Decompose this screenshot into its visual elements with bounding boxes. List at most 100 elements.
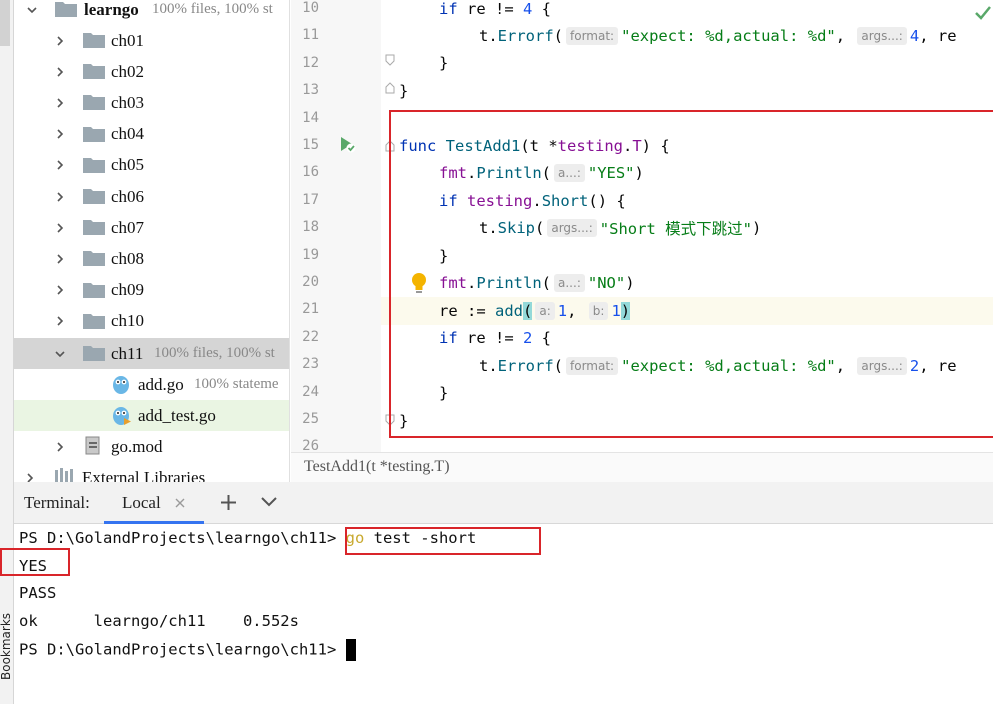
gomod-file-icon bbox=[85, 436, 100, 455]
code-editor[interactable]: 10 11 12 13 14 15 16 17 18 19 20 21 22 23 24 25 26 if re… bbox=[291, 0, 993, 452]
tree-item-ch01[interactable]: ch01 bbox=[14, 25, 289, 56]
coverage-text: 100% stateme bbox=[194, 376, 279, 392]
line-number: 25 bbox=[302, 411, 319, 427]
line-number: 12 bbox=[302, 54, 319, 71]
line-number: 17 bbox=[302, 191, 319, 208]
project-tool-tab[interactable] bbox=[0, 0, 10, 46]
chevron-right-icon[interactable] bbox=[52, 95, 68, 111]
chevron-down-icon[interactable] bbox=[24, 2, 40, 18]
tree-label: ch01 bbox=[111, 30, 145, 50]
fold-marker-icon[interactable] bbox=[385, 82, 395, 94]
tree-label: go.mod bbox=[111, 436, 163, 456]
line-number: 22 bbox=[302, 328, 319, 345]
tree-item-ch10[interactable]: ch10 bbox=[14, 306, 289, 337]
chevron-right-icon[interactable] bbox=[52, 313, 68, 329]
code-line-10[interactable]: if re != 4 { bbox=[439, 0, 551, 22]
annotation-box-yes bbox=[0, 548, 70, 576]
tree-label: ch07 bbox=[111, 217, 145, 237]
terminal-toolbar: Terminal: Local bbox=[14, 482, 993, 524]
tree-item-ch08[interactable]: ch08 bbox=[14, 243, 289, 274]
line-number: 24 bbox=[302, 383, 319, 400]
tab-local[interactable]: Local bbox=[104, 482, 204, 524]
folder-icon bbox=[83, 157, 105, 173]
terminal-cursor bbox=[345, 639, 356, 661]
tab-label: Local bbox=[122, 493, 161, 512]
tree-label: ch09 bbox=[111, 280, 145, 300]
tree-item-ch11[interactable]: ch11 100% files, 100% st bbox=[14, 338, 289, 369]
folder-icon bbox=[83, 282, 105, 298]
line-number: 11 bbox=[302, 27, 319, 44]
folder-icon bbox=[83, 33, 105, 48]
chevron-right-icon[interactable] bbox=[52, 439, 68, 455]
param-hint: format: bbox=[566, 26, 619, 45]
chevron-right-icon[interactable] bbox=[52, 126, 68, 142]
tree-label: ch06 bbox=[111, 186, 145, 206]
bookmarks-tool-tab[interactable]: Bookmarks bbox=[0, 590, 13, 680]
folder-icon bbox=[55, 2, 77, 17]
annotation-box-command bbox=[345, 527, 541, 555]
folder-icon bbox=[83, 189, 105, 204]
breadcrumb[interactable]: TestAdd1(t *testing.T) bbox=[291, 452, 993, 482]
tree-item-learngo[interactable]: learngo 100% files, 100% st bbox=[14, 0, 289, 25]
tree-item-external-libraries[interactable]: External Libraries bbox=[14, 462, 289, 484]
gopher-file-icon bbox=[113, 376, 129, 394]
tree-label: learngo bbox=[84, 0, 139, 19]
tree-item-add-go[interactable]: add.go 100% stateme bbox=[14, 369, 289, 400]
line-number: 20 bbox=[302, 274, 319, 290]
chevron-right-icon[interactable] bbox=[52, 157, 68, 173]
folder-icon bbox=[83, 251, 105, 267]
tree-item-ch03[interactable]: ch03 bbox=[14, 87, 289, 118]
code-line-12[interactable]: } bbox=[439, 49, 448, 76]
coverage-text: 100% files, 100% st bbox=[154, 345, 275, 361]
tree-item-add-test-go[interactable]: add_test.go bbox=[14, 400, 289, 431]
fold-marker-icon[interactable] bbox=[385, 54, 395, 66]
tree-label: add_test.go bbox=[138, 405, 216, 425]
chevron-right-icon[interactable] bbox=[52, 64, 68, 80]
tree-item-ch04[interactable]: ch04 bbox=[14, 119, 289, 150]
terminal-title: Terminal: bbox=[24, 493, 90, 512]
tree-label: ch04 bbox=[111, 124, 145, 144]
tree-item-ch02[interactable]: ch02 bbox=[14, 56, 289, 87]
close-icon[interactable] bbox=[174, 497, 186, 509]
tree-label: ch03 bbox=[111, 92, 145, 112]
run-test-icon[interactable] bbox=[337, 134, 357, 154]
folder-icon bbox=[83, 95, 105, 111]
chevron-right-icon[interactable] bbox=[52, 189, 68, 205]
tree-item-ch05[interactable]: ch05 bbox=[14, 150, 289, 181]
chevron-right-icon[interactable] bbox=[52, 220, 68, 236]
gopher-test-file-icon bbox=[113, 407, 131, 425]
code-line-11[interactable]: t. Errorf(format: "expect: %d,actual: %d",… bbox=[479, 22, 957, 49]
annotation-box-function bbox=[389, 110, 993, 438]
code-line-13[interactable]: } bbox=[399, 77, 408, 104]
inspection-ok-icon[interactable] bbox=[975, 6, 991, 20]
chevron-down-icon[interactable] bbox=[260, 496, 278, 508]
left-tool-strip: Bookmarks bbox=[0, 0, 14, 704]
param-hint: args...: bbox=[857, 26, 907, 45]
folder-icon bbox=[83, 346, 105, 361]
chevron-right-icon[interactable] bbox=[52, 251, 68, 267]
line-number: 15 bbox=[302, 137, 319, 153]
tree-label: ch05 bbox=[111, 155, 145, 175]
line-number: 13 bbox=[302, 82, 319, 99]
terminal-line: ok learngo/ch11 0.552s bbox=[19, 612, 299, 630]
tree-item-go-mod[interactable]: go.mod bbox=[14, 431, 289, 462]
folder-icon bbox=[83, 64, 105, 80]
tree-item-ch06[interactable]: ch06 bbox=[14, 181, 289, 212]
tree-label: ch08 bbox=[111, 248, 145, 268]
terminal-output[interactable]: PS D:\GolandProjects\learngo\ch11> go te… bbox=[0, 524, 993, 704]
chevron-right-icon[interactable] bbox=[52, 282, 68, 298]
line-number: 10 bbox=[302, 0, 319, 16]
line-number: 26 bbox=[302, 438, 319, 452]
tree-item-ch09[interactable]: ch09 bbox=[14, 275, 289, 306]
line-number: 14 bbox=[302, 109, 319, 126]
tree-item-ch07[interactable]: ch07 bbox=[14, 212, 289, 243]
project-tree: learngo 100% files, 100% st ch01 ch02 ch03… bbox=[14, 0, 290, 484]
add-icon[interactable] bbox=[220, 494, 237, 511]
folder-icon bbox=[83, 220, 105, 236]
chevron-down-icon[interactable] bbox=[52, 346, 68, 362]
chevron-right-icon[interactable] bbox=[52, 33, 68, 49]
tree-label: add.go bbox=[138, 374, 184, 394]
line-number: 16 bbox=[302, 164, 319, 181]
line-number: 18 bbox=[302, 219, 319, 236]
tree-label: ch02 bbox=[111, 61, 145, 81]
